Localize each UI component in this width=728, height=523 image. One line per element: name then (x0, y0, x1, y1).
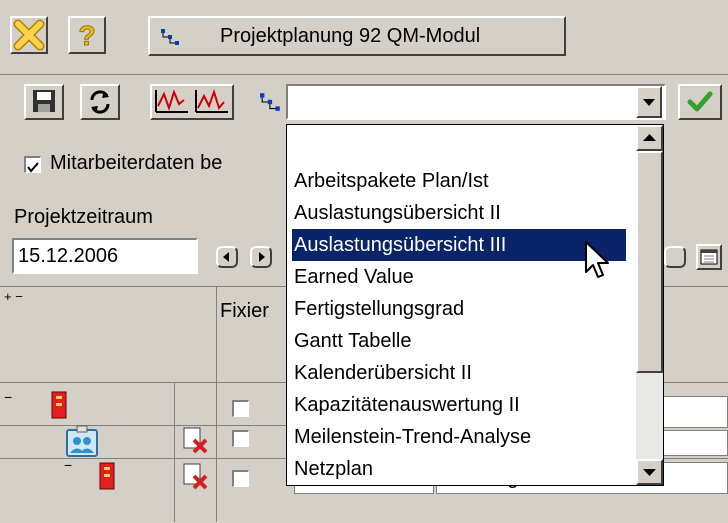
checkmark-icon (687, 91, 713, 112)
line-chart-icon (155, 88, 228, 113)
arrow-right-icon (259, 252, 265, 262)
dropdown-item[interactable]: Kalenderübersicht II (292, 357, 472, 389)
delete-assignment-button[interactable] (180, 462, 210, 490)
expand-collapse-all-button[interactable]: + − (4, 289, 23, 304)
dropdown-item[interactable]: Auslastungsübersicht II (292, 197, 501, 229)
close-icon (13, 19, 45, 51)
dropdown-item[interactable]: Arbeitspakete Plan/Ist (292, 165, 489, 197)
chart-button[interactable] (150, 84, 234, 120)
arrow-left-icon (223, 252, 229, 262)
collapse-button[interactable]: − (64, 457, 72, 473)
dropdown-item[interactable]: Fertigstellungsgrad (292, 293, 464, 325)
fix-checkbox[interactable] (232, 470, 249, 487)
mouse-cursor-icon (585, 241, 609, 278)
network-plan-icon (161, 29, 179, 45)
fix-column-header: Fixier (220, 300, 269, 322)
question-icon: ? (78, 20, 96, 52)
column-divider (216, 286, 217, 522)
confirm-button[interactable] (678, 84, 722, 120)
period-label: Projektzeitraum (14, 206, 153, 228)
calendar-icon (700, 249, 718, 265)
floppy-disk-icon (33, 90, 55, 112)
save-button[interactable] (24, 84, 64, 120)
dropdown-item[interactable]: Earned Value (292, 261, 414, 293)
scroll-down-button[interactable] (636, 459, 663, 485)
collapse-button[interactable]: − (4, 389, 12, 405)
project-folder-icon (51, 391, 67, 419)
dropdown-item[interactable]: Meilenstein-Trend-Analyse (292, 421, 531, 453)
delete-assignment-button[interactable] (180, 426, 210, 454)
next-period-button[interactable] (250, 246, 272, 268)
chevron-down-icon (643, 469, 656, 476)
help-button[interactable]: ? (68, 16, 106, 54)
evaluation-select[interactable] (286, 84, 666, 120)
refresh-button[interactable] (80, 84, 120, 120)
module-tab[interactable]: Projektplanung 92 QM-Modul (148, 16, 566, 56)
delete-document-icon (183, 427, 208, 454)
dropdown-item[interactable]: Netzplan (292, 453, 373, 485)
period-end-button[interactable] (664, 246, 686, 268)
network-plan-icon (260, 93, 280, 111)
team-icon (66, 425, 98, 457)
column-divider (174, 382, 175, 522)
dropdown-toggle-button[interactable] (636, 86, 662, 118)
project-folder-icon (99, 462, 115, 490)
arrow-up-icon (643, 134, 656, 141)
svg-text:?: ? (78, 20, 95, 51)
close-button[interactable] (10, 16, 48, 54)
dropdown-item[interactable]: Gantt Tabelle (292, 325, 412, 357)
scroll-thumb[interactable] (636, 151, 663, 373)
employee-data-checkbox-label: Mitarbeiterdaten be (50, 152, 223, 174)
previous-period-button[interactable] (216, 246, 238, 268)
period-start-date-input[interactable]: 15.12.2006 (12, 238, 198, 274)
delete-document-icon (183, 463, 208, 490)
chevron-down-icon (643, 99, 655, 106)
calendar-button[interactable] (696, 244, 722, 270)
check-icon (27, 162, 39, 173)
refresh-icon (90, 90, 110, 114)
dropdown-item-selected[interactable]: Auslastungsübersicht III (292, 229, 626, 261)
fix-checkbox[interactable] (232, 430, 249, 447)
module-tab-label: Projektplanung 92 QM-Modul (220, 25, 481, 47)
employee-data-checkbox[interactable] (24, 156, 41, 173)
scroll-up-button[interactable] (636, 125, 663, 151)
period-start-date-value: 15.12.2006 (18, 245, 119, 267)
fix-checkbox[interactable] (232, 400, 249, 417)
dropdown-item[interactable]: Kapazitätenauswertung II (292, 389, 520, 421)
